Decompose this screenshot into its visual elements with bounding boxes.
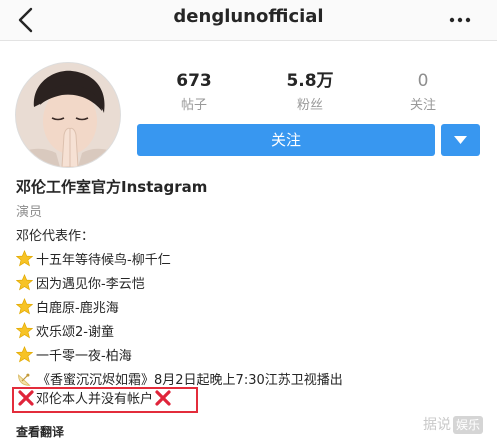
work-item: 欢乐颂2-谢童 — [16, 321, 343, 345]
star-icon — [16, 298, 33, 315]
work-item-text: 因为遇见你-李云恺 — [36, 277, 145, 292]
cross-mark-icon — [18, 390, 34, 406]
more-options-icon[interactable] — [449, 16, 471, 24]
posts-count: 673 — [176, 71, 212, 91]
work-item-text: 一千零一夜-柏海 — [36, 349, 132, 364]
watermark: 据说 娱乐 — [423, 413, 483, 437]
work-item: 一千零一夜-柏海 — [16, 345, 343, 369]
top-bar: denglunofficial — [0, 0, 497, 41]
stat-followers[interactable]: 5.8万 粉丝 — [265, 70, 355, 113]
follow-button[interactable]: 关注 — [137, 124, 435, 156]
suggestions-dropdown-button[interactable] — [441, 124, 480, 156]
work-item-text: 十五年等待候鸟-柳千仁 — [36, 253, 171, 268]
star-icon — [16, 250, 33, 267]
followers-label: 粉丝 — [296, 98, 323, 113]
work-item: 白鹿原-鹿兆海 — [16, 297, 343, 321]
watermark-text: 据说 — [422, 417, 451, 433]
profile-bio: 演员 邓伦代表作： 十五年等待候鸟-柳千仁 因为遇见你-李云恺 白鹿原-鹿兆海 … — [16, 201, 343, 393]
profile-occupation: 演员 — [16, 205, 43, 220]
works-heading: 邓伦代表作： — [16, 229, 95, 244]
profile-username: denglunofficial — [173, 6, 324, 27]
disclaimer-line: 邓伦本人并没有帐户 — [16, 388, 173, 412]
work-item: 十五年等待候鸟-柳千仁 — [16, 249, 343, 273]
cross-mark-icon — [155, 390, 171, 406]
watermark-badge: 娱乐 — [452, 416, 483, 434]
caret-down-icon — [454, 136, 467, 144]
avatar[interactable] — [15, 62, 121, 168]
following-label: 关注 — [409, 98, 436, 113]
disclaimer-text: 邓伦本人并没有帐户 — [36, 392, 154, 407]
broadcast-text: 《香蜜沉沉烬如霜》8月2日起晚上7:30江苏卫视播出 — [37, 373, 343, 388]
star-icon — [16, 346, 33, 363]
profile-full-name: 邓伦工作室官方Instagram — [16, 178, 208, 196]
see-translation-link[interactable]: 查看翻译 — [16, 423, 64, 440]
star-icon — [16, 322, 33, 339]
work-item-text: 欢乐颂2-谢童 — [36, 325, 114, 340]
work-item: 因为遇见你-李云恺 — [16, 273, 343, 297]
stat-posts: 673 帖子 — [149, 70, 239, 113]
posts-label: 帖子 — [180, 98, 207, 113]
satellite-dish-icon — [18, 373, 31, 386]
following-count: 0 — [417, 71, 429, 91]
stat-following[interactable]: 0 关注 — [378, 70, 468, 113]
followers-count: 5.8万 — [286, 71, 334, 91]
star-icon — [16, 274, 33, 291]
work-item-text: 白鹿原-鹿兆海 — [36, 301, 119, 316]
